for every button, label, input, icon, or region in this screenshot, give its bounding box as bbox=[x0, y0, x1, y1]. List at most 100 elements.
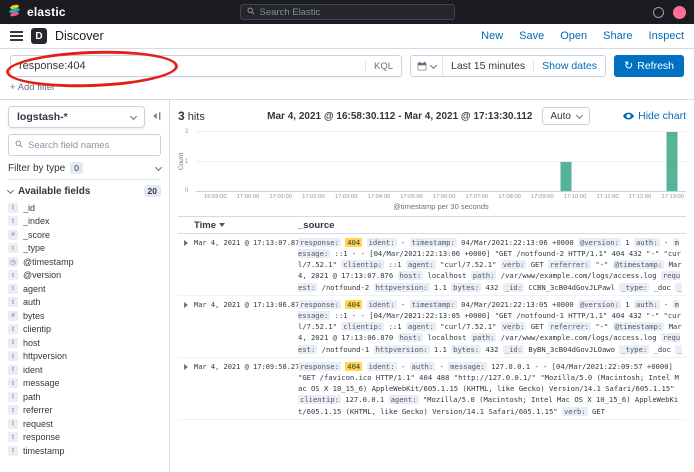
field-name: _id bbox=[23, 203, 35, 213]
doc-row: Mar 4, 2021 @ 17:13:07.876response: 404 … bbox=[178, 234, 686, 296]
doc-rows: Mar 4, 2021 @ 17:13:07.876response: 404 … bbox=[178, 234, 686, 472]
x-tick-label: 17:06:00 bbox=[433, 194, 456, 200]
action-inspect[interactable]: Inspect bbox=[649, 30, 684, 42]
field-search-placeholder: Search field names bbox=[28, 140, 109, 151]
field-item-httpversion[interactable]: thttpversion bbox=[8, 350, 161, 364]
field-item-timestamp[interactable]: ttimestamp bbox=[8, 444, 161, 458]
field-item-auth[interactable]: tauth bbox=[8, 296, 161, 310]
field-name: path bbox=[23, 392, 41, 402]
source-field-value: - bbox=[664, 238, 668, 247]
hide-chart-button[interactable]: Hide chart bbox=[623, 110, 686, 122]
show-dates-button[interactable]: Show dates bbox=[533, 60, 605, 72]
x-tick-label: 17:07:00 bbox=[466, 194, 489, 200]
field-item-request[interactable]: trequest bbox=[8, 417, 161, 431]
field-item-timestamp[interactable]: ◷@timestamp bbox=[8, 255, 161, 269]
source-field-value: 1 bbox=[625, 238, 629, 247]
filter-by-type[interactable]: Filter by type 0 bbox=[8, 162, 161, 180]
field-item-agent[interactable]: tagent bbox=[8, 282, 161, 296]
field-name: agent bbox=[23, 284, 46, 294]
field-name: timestamp bbox=[23, 446, 65, 456]
source-field-name: response: bbox=[298, 238, 341, 247]
add-filter-button[interactable]: + Add filter bbox=[10, 82, 55, 93]
y-tick-label: 1 bbox=[185, 159, 188, 165]
query-bar: response:404 KQL Last 15 minutes Show da… bbox=[0, 49, 694, 80]
source-field-value: 04/Mar/2021:22:13:05 +0000 bbox=[461, 300, 574, 309]
field-name: bytes bbox=[23, 311, 45, 321]
field-type-icon: t bbox=[8, 365, 18, 375]
action-share[interactable]: Share bbox=[603, 30, 632, 42]
field-item-id[interactable]: t_id bbox=[8, 201, 161, 215]
expand-row-icon[interactable] bbox=[178, 299, 194, 355]
help-icon[interactable] bbox=[653, 7, 664, 18]
eye-icon bbox=[623, 112, 634, 120]
field-search-input[interactable]: Search field names bbox=[8, 134, 161, 156]
field-name: host bbox=[23, 338, 40, 348]
time-range-label[interactable]: Last 15 minutes bbox=[443, 60, 533, 72]
global-search-input[interactable]: Search Elastic bbox=[240, 4, 455, 20]
chevron-down-icon bbox=[155, 163, 162, 170]
source-field-value: - bbox=[401, 238, 405, 247]
user-avatar[interactable] bbox=[673, 6, 686, 19]
interval-select[interactable]: Auto bbox=[542, 107, 590, 125]
field-item-version[interactable]: t@version bbox=[8, 269, 161, 283]
field-item-score[interactable]: #_score bbox=[8, 228, 161, 242]
source-field-value: /notfound-1 bbox=[322, 345, 370, 354]
field-item-referrer[interactable]: t referrer bbox=[8, 404, 161, 418]
source-field-value: 404 bbox=[345, 238, 362, 247]
available-fields-header[interactable]: Available fields 20 bbox=[8, 185, 161, 197]
x-axis-label: @timestamp per 30 seconds bbox=[196, 202, 686, 211]
source-field-value: - bbox=[401, 300, 405, 309]
date-picker: Last 15 minutes Show dates bbox=[410, 55, 606, 77]
time-column-header[interactable]: Time bbox=[194, 220, 298, 231]
action-open[interactable]: Open bbox=[560, 30, 587, 42]
hit-count: 3 hits bbox=[178, 109, 234, 123]
field-item-path[interactable]: tpath bbox=[8, 390, 161, 404]
field-name: @version bbox=[23, 270, 61, 280]
histogram-bar[interactable] bbox=[560, 162, 571, 192]
chart-range-title: Mar 4, 2021 @ 16:58:30.112 - Mar 4, 2021… bbox=[267, 111, 532, 122]
calendar-button[interactable] bbox=[411, 56, 443, 76]
field-type-icon: # bbox=[8, 230, 18, 240]
field-name: response bbox=[23, 432, 60, 442]
app-bar: D Discover NewSaveOpenShareInspect bbox=[0, 24, 694, 49]
field-type-icon: t bbox=[8, 419, 18, 429]
field-item-response[interactable]: tresponse bbox=[8, 431, 161, 445]
index-pattern-selector[interactable]: logstash-* bbox=[8, 106, 145, 128]
field-type-icon: t bbox=[8, 405, 18, 415]
collapse-sidebar-icon[interactable] bbox=[151, 111, 161, 124]
source-field-value: /var/www/example.com/logs/access.log bbox=[501, 333, 657, 342]
refresh-button[interactable]: ↻ Refresh bbox=[614, 55, 684, 77]
field-item-message[interactable]: tmessage bbox=[8, 377, 161, 391]
source-field-value: GET bbox=[531, 260, 544, 269]
x-tick-label: 17:01:00 bbox=[269, 194, 292, 200]
query-input[interactable]: response:404 KQL bbox=[10, 55, 402, 77]
chart-plot: 012 bbox=[196, 132, 686, 192]
field-item-host[interactable]: thost bbox=[8, 336, 161, 350]
action-new[interactable]: New bbox=[481, 30, 503, 42]
field-name: referrer bbox=[23, 405, 53, 415]
doc-row: Mar 4, 2021 @ 17:09:58.278response: 404 … bbox=[178, 358, 686, 420]
menu-icon[interactable] bbox=[10, 31, 23, 41]
field-item-bytes[interactable]: #bytes bbox=[8, 309, 161, 323]
query-language-button[interactable]: KQL bbox=[365, 61, 393, 72]
x-tick-label: 17:03:00 bbox=[335, 194, 358, 200]
source-column-header: _source bbox=[298, 220, 686, 231]
action-save[interactable]: Save bbox=[519, 30, 544, 42]
space-avatar[interactable]: D bbox=[31, 28, 47, 44]
source-field-value: GET bbox=[531, 322, 544, 331]
field-item-clientip[interactable]: tclientip bbox=[8, 323, 161, 337]
expand-row-icon[interactable] bbox=[178, 361, 194, 417]
field-item-type[interactable]: t_type bbox=[8, 242, 161, 256]
expand-row-icon[interactable] bbox=[178, 237, 194, 293]
table-header: Time _source bbox=[178, 216, 686, 234]
field-item-index[interactable]: t_index bbox=[8, 215, 161, 229]
field-item-ident[interactable]: tident bbox=[8, 363, 161, 377]
app-actions: New Save Open Share Inspect bbox=[481, 30, 684, 42]
doc-source: response: 404 ident: - timestamp: 04/Mar… bbox=[298, 299, 686, 355]
source-field-value: 404 bbox=[345, 362, 362, 371]
source-field-name: clientip: bbox=[298, 395, 341, 404]
available-count-badge: 20 bbox=[144, 185, 161, 197]
histogram-bar[interactable] bbox=[667, 132, 678, 191]
chevron-down-icon bbox=[7, 186, 14, 193]
source-field-name: host: bbox=[398, 271, 424, 280]
